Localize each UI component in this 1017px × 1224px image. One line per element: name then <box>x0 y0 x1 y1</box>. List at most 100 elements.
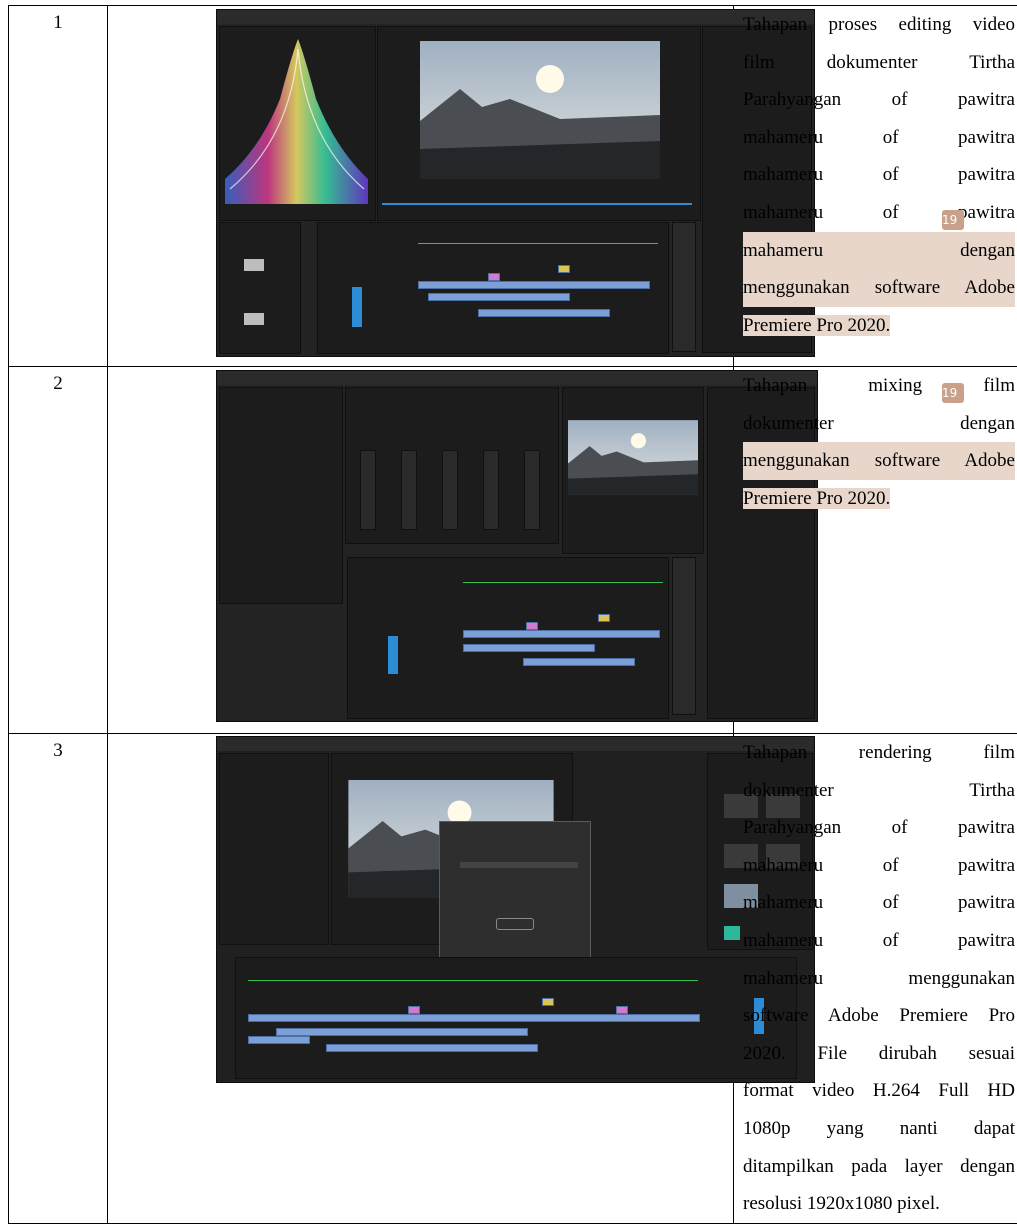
text-line: Premiere Pro 2020. <box>743 307 1015 345</box>
text-line-part: dokumenter dengan <box>743 413 1015 434</box>
highlight: Premiere Pro 2020. <box>743 315 890 336</box>
text-line: film dokumenter Tirtha <box>743 44 1015 82</box>
row-number: 2 <box>9 367 108 734</box>
folder-icon <box>244 313 264 325</box>
row-number: 1 <box>9 6 108 367</box>
audio-clip <box>523 658 635 666</box>
text-line: mahameru of pawitra <box>743 922 1015 960</box>
description-cell: Tahapan rendering film dokumenter Tirtha… <box>734 734 1017 1224</box>
text-line: Tahapan proses editing video <box>743 6 1015 44</box>
comment-badge[interactable]: 19 <box>942 383 964 403</box>
text-line: 2020. File dirubah sesuai <box>743 1035 1015 1073</box>
text-line: mahameru dengan <box>743 232 1015 270</box>
workspace-bar <box>217 10 814 24</box>
audio-clip <box>326 1044 538 1052</box>
highlight: Premiere Pro 2020. <box>743 488 890 509</box>
text-line: format video H.264 Full HD <box>743 1072 1015 1110</box>
audio-track-mixer <box>345 387 559 544</box>
screenshot-cell <box>108 734 734 1224</box>
screenshot-cell <box>108 6 734 367</box>
video-clip <box>488 273 500 281</box>
timeline-green-line <box>248 980 698 981</box>
program-monitor <box>562 387 704 554</box>
premiere-editing-screenshot <box>216 9 815 357</box>
video-clip <box>598 614 610 622</box>
text-line: dokumenter Tirtha <box>743 772 1015 810</box>
fader <box>483 450 499 530</box>
progress-bar <box>460 862 578 868</box>
text-line: mahameru of pawitra <box>743 194 1015 232</box>
video-clip <box>616 1006 628 1014</box>
playhead-bar <box>382 203 692 205</box>
fader <box>401 450 417 530</box>
mountain-video-frame-icon <box>420 41 660 179</box>
row-number: 3 <box>9 734 108 1224</box>
folder-icon <box>244 259 264 271</box>
premiere-mixing-screenshot <box>216 370 818 722</box>
audio-clip <box>428 293 570 301</box>
premiere-rendering-screenshot <box>216 736 815 1083</box>
video-clip <box>558 265 570 273</box>
audio-clip <box>276 1028 528 1036</box>
cancel-button[interactable] <box>496 918 534 930</box>
comment-badge[interactable]: 19 <box>942 210 964 230</box>
table-row: 1 <box>9 6 1017 367</box>
text-line: 1080p yang nanti dapat <box>743 1110 1015 1148</box>
text-line: Tahapan mixing film <box>743 367 1015 405</box>
audio-clip <box>248 1036 310 1044</box>
program-monitor <box>377 26 701 221</box>
video-clip <box>408 1006 420 1014</box>
description-text: Tahapan proses editing video film dokume… <box>734 6 1017 344</box>
effects-panel <box>219 387 343 604</box>
fader <box>360 450 376 530</box>
text-line: Tahapan rendering film <box>743 734 1015 772</box>
video-clip <box>248 1014 700 1022</box>
text-line: menggunakan software Adobe <box>743 442 1015 480</box>
text-line: mahameru menggunakan <box>743 960 1015 998</box>
audio-meter <box>672 557 696 715</box>
workspace-bar <box>217 371 817 385</box>
audio-clip <box>463 644 595 652</box>
timeline-green-line <box>463 582 663 583</box>
fader <box>524 450 540 530</box>
timeline-panel <box>235 957 797 1079</box>
fader <box>442 450 458 530</box>
video-clip <box>463 630 660 638</box>
text-line: menggunakan software Adobe <box>743 269 1015 307</box>
description-text: Tahapan rendering film dokumenter Tirtha… <box>734 734 1017 1223</box>
screenshot-cell <box>108 367 734 734</box>
workspace-bar <box>217 737 814 751</box>
text-line: Parahyangan of pawitra <box>743 809 1015 847</box>
text-line: mahameru of pawitra <box>743 884 1015 922</box>
table-row: 3 <box>9 734 1017 1224</box>
audio-meter <box>672 222 696 352</box>
video-clip <box>542 998 554 1006</box>
text-line: dokumenter dengan <box>743 405 1015 443</box>
text-line: software Adobe Premiere Pro <box>743 997 1015 1035</box>
description-text: Tahapan mixing film dokumenter dengan me… <box>734 367 1017 517</box>
description-cell: Tahapan proses editing video film dokume… <box>734 6 1017 367</box>
project-panel <box>219 222 301 354</box>
waveform-icon <box>220 29 373 219</box>
text-line: resolusi 1920x1080 pixel. <box>743 1185 1015 1223</box>
timeline-green-line <box>418 243 658 244</box>
lumetri-scope-panel <box>219 26 376 221</box>
render-dialog <box>439 821 591 961</box>
text-line: mahameru of pawitra <box>743 156 1015 194</box>
table-row: 2 <box>9 367 1017 734</box>
source-panel <box>219 753 329 945</box>
text-line: Parahyangan of pawitra <box>743 81 1015 119</box>
video-clip <box>418 281 650 289</box>
timeline-panel <box>347 557 669 719</box>
track-selector <box>352 287 362 327</box>
process-table: 1 <box>8 5 1017 1224</box>
text-line: ditampilkan pada layer dengan <box>743 1148 1015 1186</box>
audio-clip <box>478 309 610 317</box>
text-line: mahameru of pawitra <box>743 847 1015 885</box>
video-clip <box>526 622 538 630</box>
text-line: Premiere Pro 2020. <box>743 480 1015 518</box>
timeline-panel <box>317 222 669 354</box>
track-selector <box>388 636 398 674</box>
text-line: mahameru of pawitra <box>743 119 1015 157</box>
mountain-video-frame-icon <box>568 420 698 495</box>
